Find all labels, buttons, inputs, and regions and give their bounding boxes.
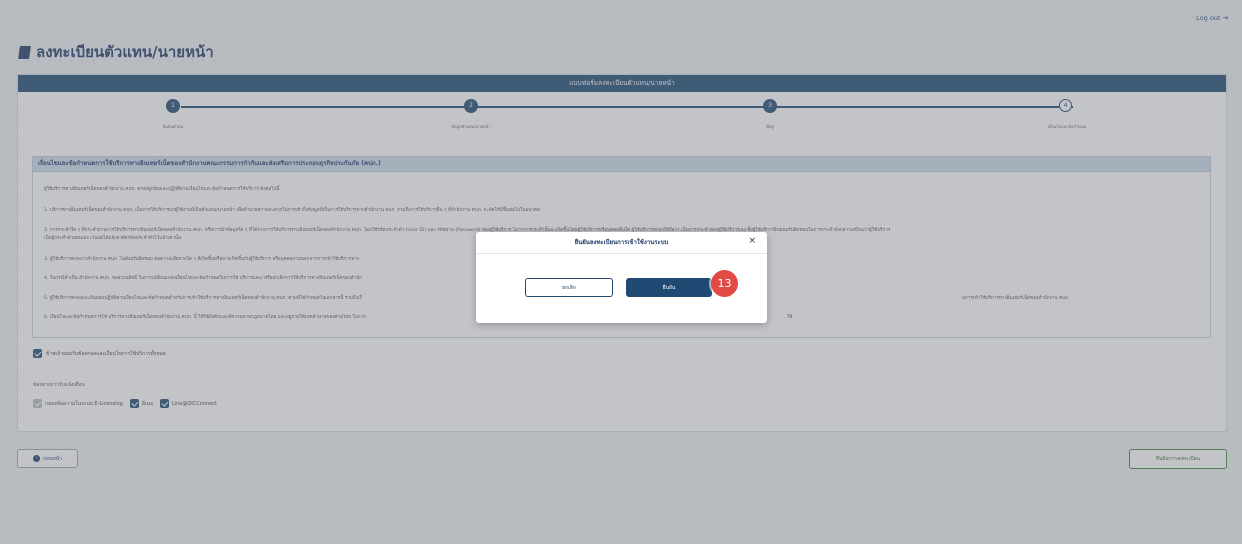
confirm-button[interactable]: ยืนยัน — [626, 278, 712, 297]
close-icon[interactable]: × — [748, 236, 756, 246]
modal-title: ยืนยันลงทะเบียนการเข้าใช้งานระบบ — [476, 232, 767, 254]
cancel-button[interactable]: ยกเลิก — [525, 278, 613, 297]
step-annotation-badge: 13 — [711, 270, 738, 297]
